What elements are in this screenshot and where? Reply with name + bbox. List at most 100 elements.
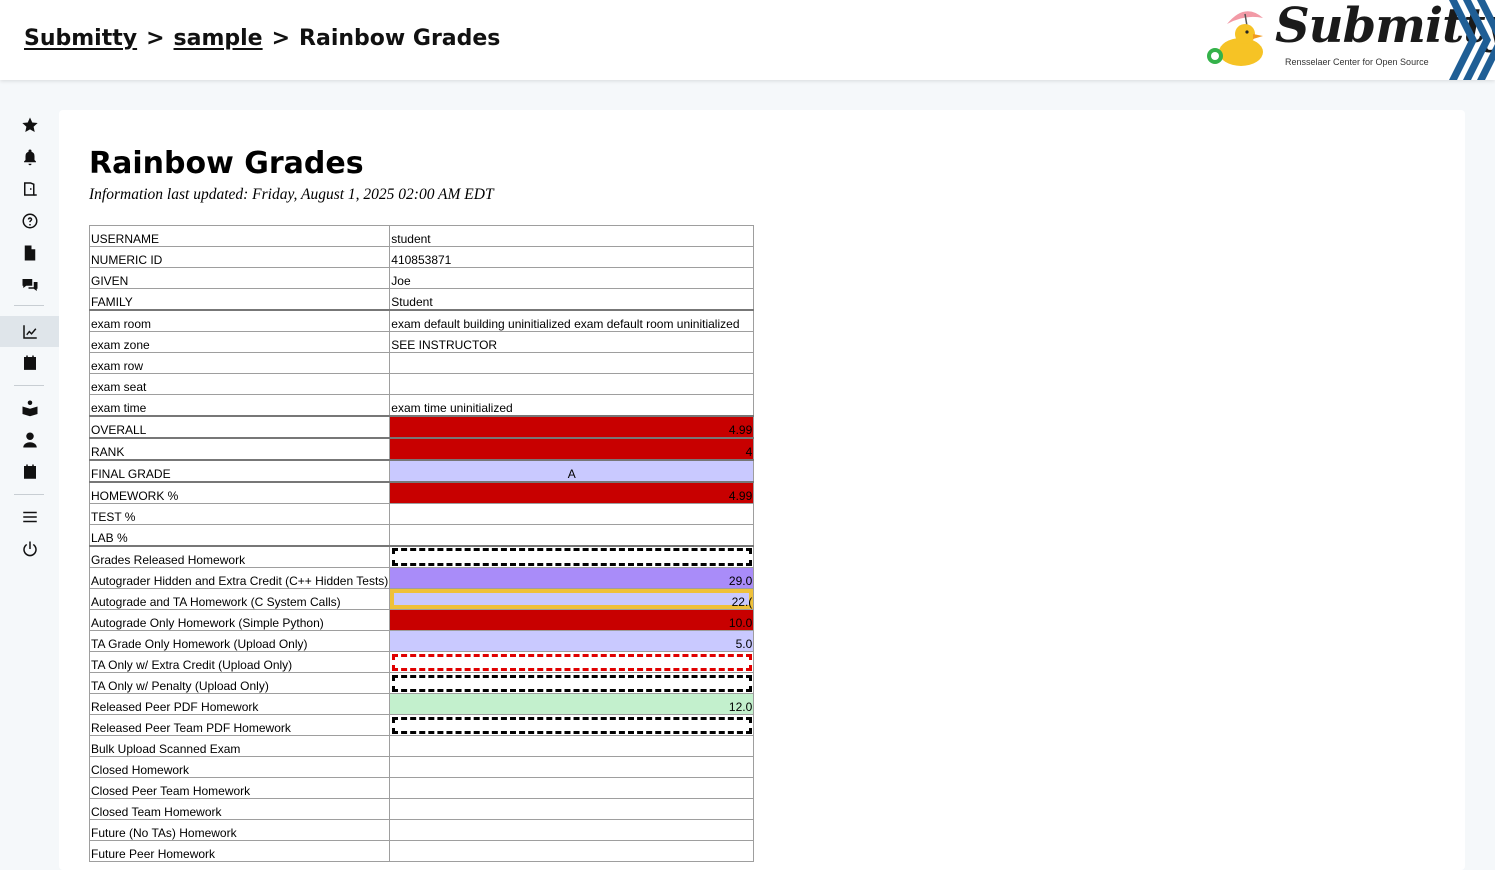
row-value: SEE INSTRUCTOR [389, 331, 755, 353]
row-label: FAMILY [88, 288, 391, 311]
grade-cell [389, 819, 755, 841]
row-label: Released Peer PDF Homework [88, 693, 391, 715]
breadcrumb-course-link[interactable]: sample [174, 26, 263, 51]
row-label: Future (No TAs) Homework [88, 819, 391, 841]
row-label: Grades Released Homework [88, 545, 391, 568]
table-row: TA Only w/ Penalty (Upload Only) [88, 672, 755, 694]
grade-cell: 5.0 [389, 630, 755, 652]
table-row: TA Grade Only Homework (Upload Only) 5.0 [88, 630, 755, 652]
sidebar-item-calendar-global[interactable] [0, 457, 59, 487]
chart-icon [22, 324, 37, 339]
top-bar: Submitty > sample > Rainbow Grades Submi… [0, 0, 1495, 80]
table-row: Autograde and TA Homework (C System Call… [88, 588, 755, 610]
row-label: Closed Team Homework [88, 798, 391, 820]
row-label: NUMERIC ID [88, 246, 391, 268]
row-value: 410853871 [389, 246, 755, 268]
help-icon [22, 213, 37, 229]
sidebar-item-logout[interactable] [0, 534, 59, 564]
breadcrumb-submitty-link[interactable]: Submitty [24, 26, 137, 51]
row-value: Joe [389, 267, 755, 289]
row-label: OVERALL [88, 415, 391, 439]
grade-cell [389, 714, 755, 736]
table-row: USERNAME student [88, 225, 755, 247]
table-row: Closed Homework [88, 756, 755, 778]
sidebar-item-forum[interactable] [0, 270, 59, 300]
table-row: exam zone SEE INSTRUCTOR [88, 331, 755, 353]
row-label: Bulk Upload Scanned Exam [88, 735, 391, 757]
star-icon [21, 117, 38, 133]
sidebar-item-help[interactable] [0, 206, 59, 236]
grade-cell [389, 840, 755, 862]
grade-cell [389, 777, 755, 799]
row-value: exam time uninitialized [389, 394, 755, 417]
row-value [389, 352, 755, 374]
row-label: USERNAME [88, 225, 391, 247]
page-title: Rainbow Grades [89, 146, 364, 181]
sidebar-item-my-profile[interactable] [0, 425, 59, 455]
grade-cell [389, 735, 755, 757]
sidebar-item-collapse[interactable] [0, 502, 59, 532]
table-row: Autograde Only Homework (Simple Python) 1… [88, 609, 755, 631]
grade-cell: A [389, 459, 755, 483]
book-reader-icon [22, 400, 37, 417]
row-label: Released Peer Team PDF Homework [88, 714, 391, 736]
sidebar-item-my-courses[interactable] [0, 393, 59, 423]
bell-icon [23, 149, 36, 166]
row-label: TA Only w/ Penalty (Upload Only) [88, 672, 391, 694]
grade-cell: 10.0 [389, 609, 755, 631]
table-row: Grades Released Homework [88, 545, 755, 568]
table-row: FINAL GRADE A [88, 459, 755, 483]
table-row: TEST % [88, 503, 755, 525]
row-value: exam default building uninitialized exam… [389, 309, 755, 332]
row-value [389, 373, 755, 395]
sidebar-item-notifications[interactable] [0, 142, 59, 172]
sidebar-item-course-materials[interactable] [0, 238, 59, 268]
sidebar-item-starred[interactable] [0, 110, 59, 140]
table-row: Released Peer PDF Homework 12.0 [88, 693, 755, 715]
row-label: exam row [88, 352, 391, 374]
row-label: Closed Homework [88, 756, 391, 778]
row-label: exam time [88, 394, 391, 417]
table-row: exam seat [88, 373, 755, 395]
row-label: exam seat [88, 373, 391, 395]
table-row: Released Peer Team PDF Homework [88, 714, 755, 736]
table-row: Autograder Hidden and Extra Credit (C++ … [88, 567, 755, 589]
row-value: student [389, 225, 755, 247]
row-label: HOMEWORK % [88, 481, 391, 504]
chevron-stripes-icon [1449, 0, 1495, 80]
row-label: exam room [88, 309, 391, 332]
row-label: FINAL GRADE [88, 459, 391, 483]
table-row: Future Peer Homework [88, 840, 755, 862]
chevron-right-icon: > [146, 26, 165, 51]
row-label: Autograde and TA Homework (C System Call… [88, 588, 391, 610]
table-row: HOMEWORK % 4.99 [88, 481, 755, 504]
sidebar-item-rainbow-grades[interactable] [0, 316, 59, 347]
duck-mascot-icon [1207, 11, 1263, 66]
grade-cell: 4.99 [389, 415, 755, 439]
grade-cell: 4.99 [389, 481, 755, 504]
sidebar-item-office-hours[interactable] [0, 174, 59, 204]
grade-cell [389, 651, 755, 673]
row-label: GIVEN [88, 267, 391, 289]
table-row: exam row [88, 352, 755, 374]
row-value: Student [389, 288, 755, 311]
calendar-icon [23, 355, 36, 370]
row-label: RANK [88, 437, 391, 461]
grade-cell: 12.0 [389, 693, 755, 715]
row-label: Future Peer Homework [88, 840, 391, 862]
sidebar-item-calendar[interactable] [0, 348, 59, 378]
row-label: Autograde Only Homework (Simple Python) [88, 609, 391, 631]
last-updated-text: Information last updated: Friday, August… [89, 186, 494, 203]
table-row: Future (No TAs) Homework [88, 819, 755, 841]
grade-cell [389, 798, 755, 820]
table-row: Bulk Upload Scanned Exam [88, 735, 755, 757]
grade-cell [389, 545, 755, 568]
submitty-logo[interactable]: Submitty Rensselaer Center for Open Sour… [1205, 0, 1495, 80]
table-row: Closed Team Homework [88, 798, 755, 820]
logo-tagline: Rensselaer Center for Open Source [1285, 57, 1429, 67]
sidebar [0, 80, 59, 852]
row-label: TA Only w/ Extra Credit (Upload Only) [88, 651, 391, 673]
table-row: Closed Peer Team Homework [88, 777, 755, 799]
power-icon [22, 541, 37, 557]
chat-icon [22, 279, 37, 291]
